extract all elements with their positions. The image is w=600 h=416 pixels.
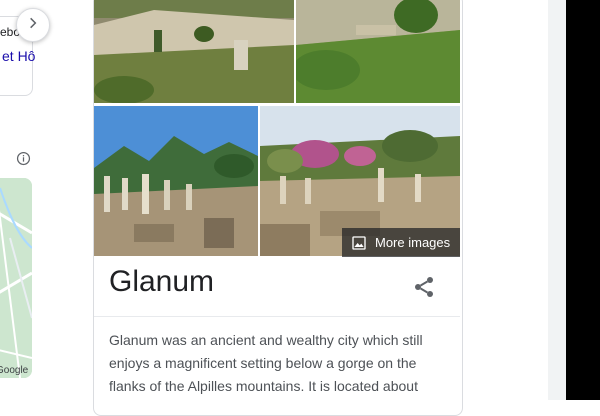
info-icon[interactable] [16,151,31,166]
scrollbar-track[interactable] [548,0,566,400]
image-columns-and-mountains[interactable] [94,106,258,256]
image-ruins-hillside-view[interactable] [296,0,460,103]
divider [94,316,460,317]
map-thumbnail[interactable] [0,178,32,378]
image-gallery-icon [351,235,367,251]
left-card-link[interactable]: et Hô [2,48,35,64]
more-images-button[interactable]: More images [342,228,460,257]
more-images-label: More images [375,235,451,250]
map-attribution: Google [0,365,29,376]
share-icon [412,277,436,303]
chevron-right-icon [26,16,40,35]
next-button[interactable] [16,8,50,42]
share-button[interactable] [412,275,436,299]
image-ruins-aerial-view[interactable] [94,0,294,103]
entity-description: Glanum was an ancient and wealthy city w… [109,332,423,394]
entity-title: Glanum [109,265,215,298]
window-edge [566,0,600,400]
